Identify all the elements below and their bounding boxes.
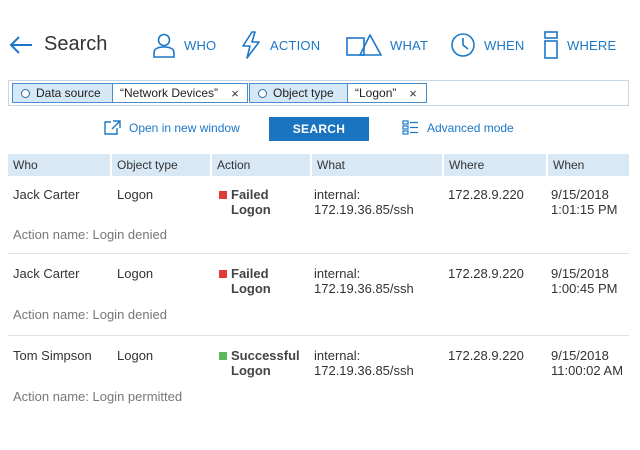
cell-what: internal: 172.19.36.85/ssh (314, 266, 414, 296)
column-header-who[interactable]: Who (8, 154, 110, 176)
action-status-text: Successful (231, 348, 300, 363)
when-date: 9/15/2018 (551, 348, 609, 363)
filter-value-label: “Logon” (355, 86, 397, 100)
nav-where[interactable]: WHERE (543, 30, 616, 60)
cell-what: internal: 172.19.36.85/ssh (314, 187, 414, 217)
filter-key-label: Data source (36, 86, 101, 100)
nav-action[interactable]: ACTION (240, 30, 320, 60)
column-header-action[interactable]: Action (212, 154, 310, 176)
cell-object-type: Logon (117, 187, 154, 202)
action-type-text: Logon (231, 202, 271, 217)
nav-when-label: WHEN (484, 37, 525, 53)
nav-what[interactable]: WHAT (346, 30, 428, 60)
list-layout-icon (402, 120, 418, 135)
table-row[interactable]: Tom Simpson Logon Successful Logon inter… (8, 347, 629, 411)
lightning-icon (242, 31, 260, 59)
failed-status-icon (219, 270, 227, 278)
cell-when: 9/15/2018 1:00:45 PM (551, 266, 618, 296)
when-date: 9/15/2018 (551, 266, 609, 281)
table-header: Who Object type Action What Where When (8, 154, 629, 176)
when-time: 1:01:15 PM (551, 202, 618, 217)
when-date: 9/15/2018 (551, 187, 609, 202)
nav-who[interactable]: WHO (152, 30, 216, 60)
external-link-icon (104, 120, 121, 135)
filter-value-label: “Network Devices” (120, 86, 219, 100)
nav-who-label: WHO (184, 37, 217, 53)
filter-bar[interactable]: Data source “Network Devices” × Object t… (8, 80, 629, 106)
action-status-text: Failed (231, 187, 269, 202)
failed-status-icon (219, 191, 227, 199)
cell-action: Failed Logon (219, 266, 271, 296)
filter-chip-data-source[interactable]: Data source (12, 83, 113, 103)
cell-what: internal: 172.19.36.85/ssh (314, 348, 414, 378)
row-detail: Action name: Login denied (13, 307, 167, 322)
action-status-text: Failed (231, 266, 269, 281)
cell-who: Jack Carter (13, 266, 80, 281)
cell-when: 9/15/2018 11:00:02 AM (551, 348, 623, 378)
nav-what-label: WHAT (390, 37, 429, 53)
radio-circle-icon (258, 88, 267, 98)
column-header-what[interactable]: What (312, 154, 442, 176)
row-detail: Action name: Login permitted (13, 389, 183, 404)
cell-object-type: Logon (117, 266, 154, 281)
nav-where-label: WHERE (567, 37, 617, 53)
shapes-icon (346, 34, 382, 56)
what-line2: 172.19.36.85/ssh (314, 202, 414, 217)
cell-action: Successful Logon (219, 348, 300, 378)
what-line1: internal: (314, 187, 361, 202)
what-line2: 172.19.36.85/ssh (314, 281, 414, 296)
clock-icon (451, 33, 475, 57)
table-row[interactable]: Jack Carter Logon Failed Logon internal:… (8, 265, 629, 336)
row-detail: Action name: Login denied (13, 227, 167, 242)
remove-filter-object-type-icon[interactable]: × (404, 83, 422, 103)
search-button[interactable]: SEARCH (269, 117, 369, 141)
page-title: Search (44, 33, 108, 55)
cell-action: Failed Logon (219, 187, 271, 217)
server-icon (544, 31, 558, 59)
filter-key-label: Object type (273, 86, 334, 100)
when-time: 1:00:45 PM (551, 281, 618, 296)
filter-chip-object-type[interactable]: Object type (249, 83, 348, 103)
nav-when[interactable]: WHEN (450, 30, 525, 60)
open-in-new-window-label: Open in new window (129, 120, 240, 135)
row-divider (8, 253, 629, 254)
table-row[interactable]: Jack Carter Logon Failed Logon internal:… (8, 186, 629, 254)
cell-when: 9/15/2018 1:01:15 PM (551, 187, 618, 217)
what-line1: internal: (314, 266, 361, 281)
column-header-when[interactable]: When (548, 154, 629, 176)
success-status-icon (219, 352, 227, 360)
what-line2: 172.19.36.85/ssh (314, 363, 414, 378)
column-header-where[interactable]: Where (444, 154, 546, 176)
open-in-new-window-link[interactable]: Open in new window (104, 120, 240, 135)
nav-action-label: ACTION (270, 37, 321, 53)
what-line1: internal: (314, 348, 361, 363)
cell-where: 172.28.9.220 (448, 348, 524, 363)
cell-who: Jack Carter (13, 187, 80, 202)
column-header-object-type[interactable]: Object type (112, 154, 210, 176)
row-divider (8, 335, 629, 336)
header: Search WHO ACTION WHAT WHEN WHERE (0, 0, 640, 80)
remove-filter-data-source-icon[interactable]: × (226, 83, 244, 103)
back-arrow-icon[interactable] (8, 34, 34, 56)
action-type-text: Logon (231, 363, 271, 378)
cell-who: Tom Simpson (13, 348, 92, 363)
advanced-mode-link[interactable]: Advanced mode (402, 120, 514, 135)
advanced-mode-label: Advanced mode (427, 120, 514, 135)
cell-where: 172.28.9.220 (448, 187, 524, 202)
person-icon (153, 33, 175, 58)
radio-circle-icon (21, 88, 30, 98)
action-type-text: Logon (231, 281, 271, 296)
when-time: 11:00:02 AM (551, 363, 624, 378)
cell-object-type: Logon (117, 348, 154, 363)
cell-where: 172.28.9.220 (448, 266, 524, 281)
